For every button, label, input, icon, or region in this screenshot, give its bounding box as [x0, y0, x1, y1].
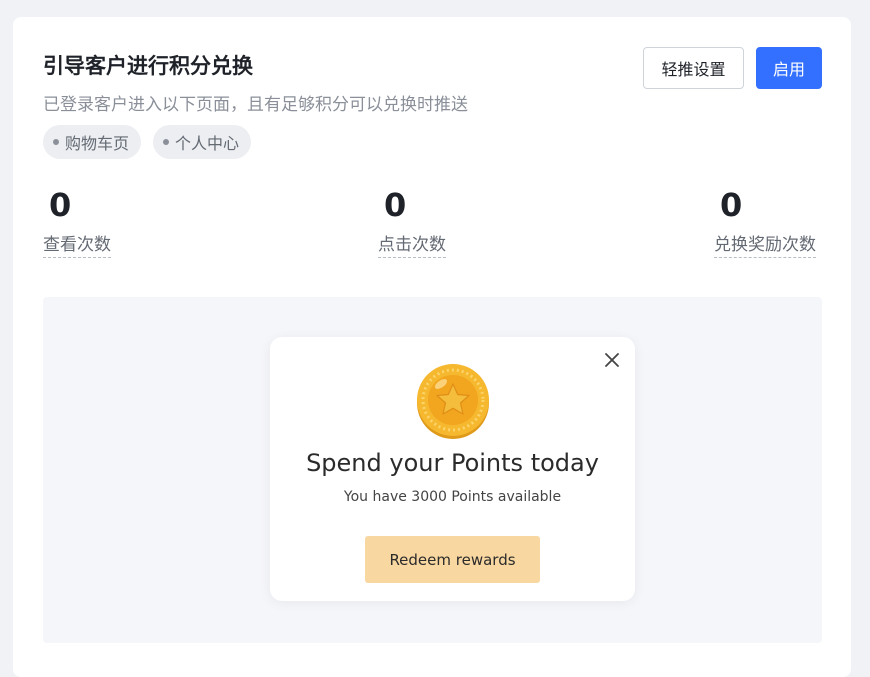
stat-label[interactable]: 点击次数 — [378, 230, 446, 258]
page-tag-profile: 个人中心 — [153, 125, 252, 159]
stat-label[interactable]: 兑换奖励次数 — [714, 230, 816, 258]
page-tag-cart: 购物车页 — [43, 125, 142, 159]
push-card: 引导客户进行积分兑换 已登录客户进入以下页面，且有足够积分可以兑换时推送 轻推设… — [13, 17, 851, 677]
points-popup: Spend your Points today You have 3000 Po… — [270, 337, 635, 601]
page-tag-label: 购物车页 — [65, 134, 130, 153]
close-icon[interactable] — [603, 351, 621, 369]
stat-redemptions: 0 兑换奖励次数 — [714, 185, 816, 258]
star-coin-icon — [417, 364, 489, 439]
dot-icon — [163, 139, 170, 145]
popup-preview-area: Spend your Points today You have 3000 Po… — [43, 297, 822, 643]
stat-clicks: 0 点击次数 — [378, 185, 446, 258]
redeem-rewards-button[interactable]: Redeem rewards — [365, 536, 540, 583]
popup-title: Spend your Points today — [306, 449, 599, 477]
config-button[interactable]: 轻推设置 — [643, 47, 744, 89]
page-tag-label: 个人中心 — [175, 134, 240, 153]
stat-value: 0 — [720, 186, 743, 224]
popup-subtitle: You have 3000 Points available — [343, 489, 562, 505]
enable-button[interactable]: 启用 — [756, 47, 822, 89]
stat-views: 0 查看次数 — [43, 185, 111, 258]
card-title: 引导客户进行积分兑换 — [43, 54, 253, 78]
dot-icon — [53, 139, 59, 145]
card-subtitle: 已登录客户进入以下页面，且有足够积分可以兑换时推送 — [43, 95, 468, 115]
stat-value: 0 — [384, 186, 407, 224]
page-tags: 购物车页 个人中心 — [43, 125, 252, 159]
stat-label[interactable]: 查看次数 — [43, 230, 111, 258]
stat-value: 0 — [49, 186, 72, 224]
